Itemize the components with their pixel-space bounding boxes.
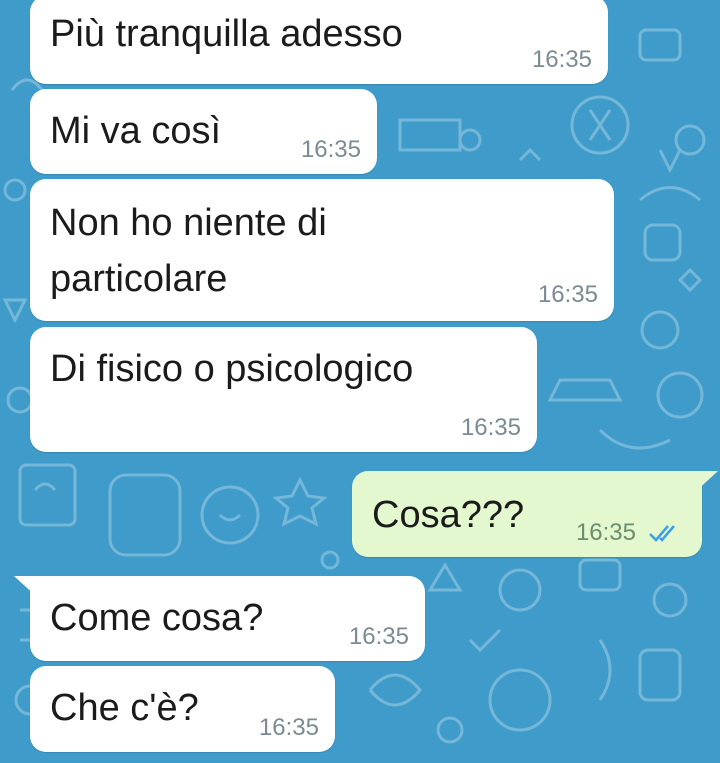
message-text: Più tranquilla adesso bbox=[50, 13, 403, 55]
double-check-icon bbox=[649, 525, 675, 542]
message-time: 16:35 bbox=[460, 414, 521, 441]
message-bubble-incoming[interactable]: Che c'è? 16:35 bbox=[30, 666, 335, 752]
message-time: 16:35 bbox=[258, 714, 319, 741]
message-time: 16:35 bbox=[348, 623, 409, 650]
chat-background: Più tranquilla adesso 16:35 Mi va così 1… bbox=[0, 0, 720, 763]
message-time: 16:35 bbox=[531, 46, 592, 73]
message-bubble-outgoing[interactable]: Cosa??? 16:35 bbox=[352, 471, 718, 557]
message-text: Mi va così bbox=[50, 110, 222, 152]
message-bubble-incoming[interactable]: Come cosa? 16:35 bbox=[14, 576, 425, 661]
message-time: 16:35 bbox=[575, 519, 636, 546]
message-time: 16:35 bbox=[537, 281, 598, 308]
bubble-tail-icon bbox=[14, 576, 38, 598]
message-bubble-incoming[interactable]: Più tranquilla adesso 16:35 bbox=[30, 0, 608, 84]
message-time: 16:35 bbox=[300, 136, 361, 163]
message-bubble-incoming[interactable]: Non ho niente di particolare 16:35 bbox=[30, 179, 614, 321]
message-text: Che c'è? bbox=[50, 687, 199, 729]
message-text-line-2: particolare bbox=[50, 258, 228, 300]
bubble-tail-icon bbox=[694, 471, 718, 493]
message-text: Cosa??? bbox=[372, 494, 525, 536]
message-bubble-incoming[interactable]: Mi va così 16:35 bbox=[30, 89, 377, 174]
message-text: Come cosa? bbox=[50, 597, 264, 639]
message-text: Di fisico o psicologico bbox=[50, 348, 414, 390]
message-text-line-1: Non ho niente di bbox=[50, 202, 327, 244]
message-bubble-incoming[interactable]: Di fisico o psicologico 16:35 bbox=[30, 327, 537, 452]
